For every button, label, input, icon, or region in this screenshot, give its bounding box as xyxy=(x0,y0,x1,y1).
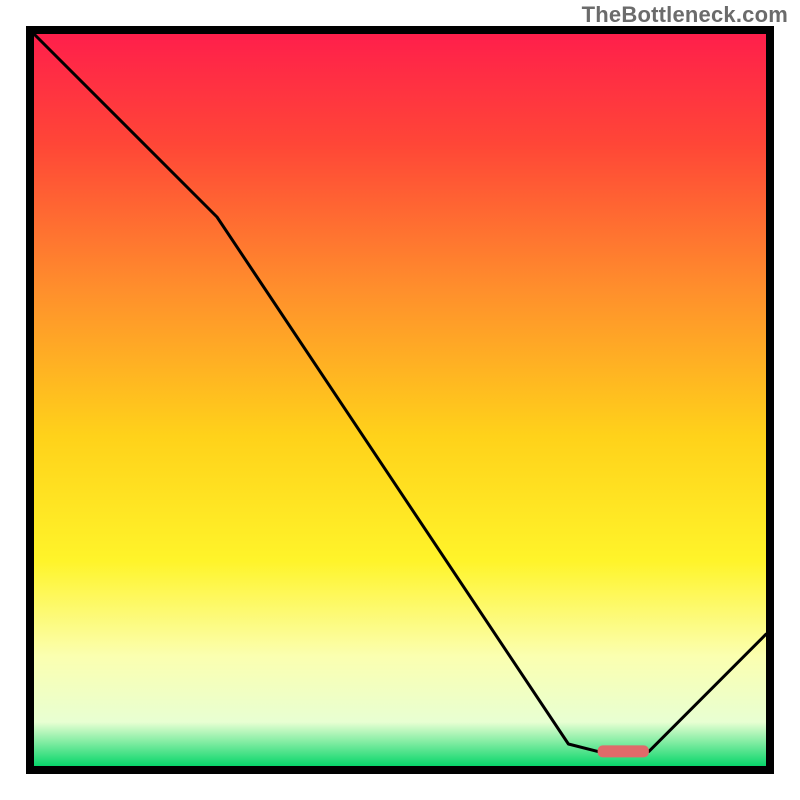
optimal-marker xyxy=(598,745,649,757)
bottleneck-chart xyxy=(0,0,800,800)
watermark-label: TheBottleneck.com xyxy=(582,2,788,28)
